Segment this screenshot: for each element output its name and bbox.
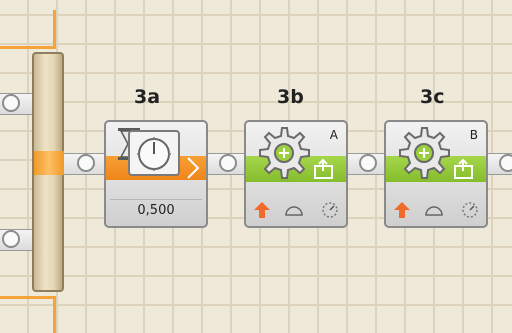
sequence-plug-3[interactable] [359,154,377,172]
output-port-icon [454,158,473,179]
gear-icon [399,127,450,179]
wait-timer-block[interactable]: 0,500 [104,120,208,228]
motor-port-label: A [329,128,338,142]
motor-icon-row [386,198,486,222]
step-label-3c: 3c [420,86,445,108]
timer-value[interactable]: 0,500 [110,199,202,222]
timer-dial-icon [128,130,180,176]
motor-direction-up-icon [254,202,270,218]
loop-pillar-band [34,151,64,175]
motor-direction-up-icon [394,202,410,218]
step-label-3b: 3b [277,86,304,108]
power-icon [425,206,443,216]
motor-port-label: B [469,128,478,142]
motor-block-a[interactable]: A [244,120,348,228]
output-port-icon [314,158,333,179]
sequence-wire-top [0,46,56,49]
sequence-wire-bottom [0,296,56,299]
side-beam-upper-plug[interactable] [2,94,20,112]
sequence-plug-2[interactable] [219,154,237,172]
motor-block-b[interactable]: B [384,120,488,228]
sequence-plug-1[interactable] [77,154,95,172]
motor-icon-row [246,198,346,222]
duration-dial-icon [462,202,478,218]
duration-dial-icon [322,202,338,218]
power-icon [285,206,303,216]
sequence-plug-4[interactable] [499,154,512,172]
timer-arrow-icon [187,157,200,179]
step-label-3a: 3a [134,86,161,108]
program-canvas: 3a 3b 3c 0,500 A B [0,0,512,333]
side-beam-lower-plug[interactable] [2,230,20,248]
sequence-wire-top-vertical [53,10,56,48]
sequence-wire-bottom-vertical [53,296,56,333]
gear-icon [259,127,310,179]
